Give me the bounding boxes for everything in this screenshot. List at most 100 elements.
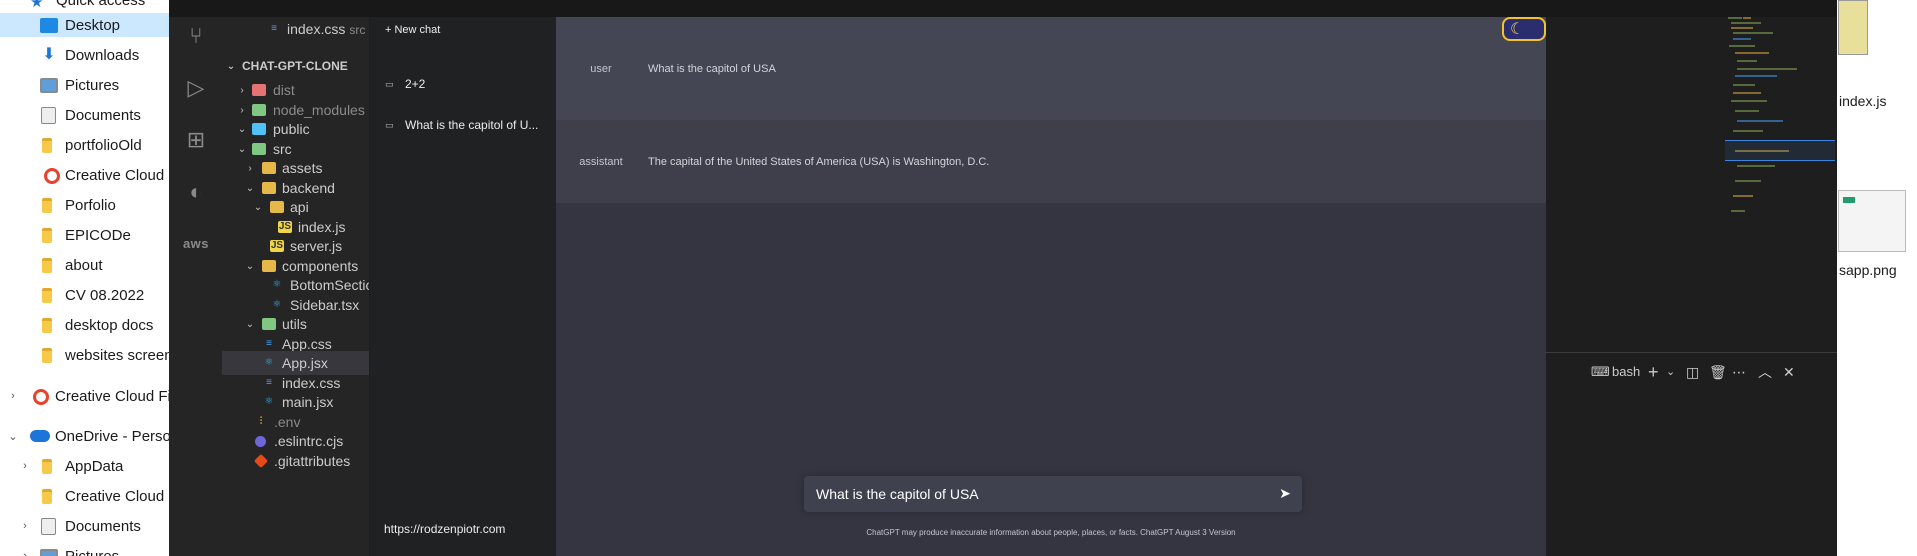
maximize-panel-icon[interactable]: ︿ — [1758, 364, 1772, 380]
nav-item-label: Creative Cloud Fil — [55, 387, 169, 405]
nav-item-desktop[interactable]: Desktop — [0, 13, 169, 37]
terminal-shell-label[interactable]: bash — [1612, 364, 1640, 380]
chat-bubble-icon: ▭ — [385, 78, 394, 89]
title-bar — [169, 0, 1837, 17]
tree-item-label: BottomSection — [290, 277, 369, 293]
folder-icon — [262, 162, 276, 174]
chevron-down-icon: ⌄ — [245, 260, 255, 272]
nav-item-appdata[interactable]: › AppData — [0, 454, 169, 478]
folder-icon — [262, 182, 276, 194]
nav-item-about[interactable]: about — [0, 253, 169, 277]
onedrive-icon — [30, 430, 50, 442]
js-file-icon: JS — [270, 240, 284, 252]
folder-icon — [42, 489, 52, 504]
nav-item-portfolioold[interactable]: portfolioOld — [0, 133, 169, 157]
nav-item-pictures-onedrive[interactable]: › Pictures — [0, 544, 169, 556]
remote-icon[interactable]: ◐ — [182, 178, 210, 206]
chevron-down-icon: ⌄ — [237, 143, 247, 155]
chevron-right-icon[interactable]: › — [19, 550, 31, 556]
chat-bubble-icon: ▭ — [385, 119, 394, 130]
footer-link[interactable]: https://rodzenpiotr.com — [384, 522, 505, 536]
image-thumbnail[interactable] — [1838, 190, 1906, 252]
prompt-input-value: What is the capitol of USA — [816, 486, 979, 502]
js-file-icon: JS — [278, 221, 292, 233]
env-file-icon: ⫶ — [259, 416, 263, 427]
project-section-header[interactable]: ⌄ CHAT-GPT-CLONE — [222, 55, 369, 77]
nav-item-downloads[interactable]: ⬇ Downloads — [0, 43, 169, 67]
minimap-viewport[interactable] — [1725, 140, 1835, 161]
folder-icon — [42, 459, 52, 474]
folder-icon — [42, 348, 52, 363]
nav-item-creative-cloud-onedrive[interactable]: Creative Cloud F — [0, 484, 169, 508]
folder-icon — [252, 143, 266, 155]
extensions-icon[interactable]: ⊞ — [182, 126, 210, 154]
close-panel-icon[interactable]: ✕ — [1783, 364, 1795, 380]
react-icon: ⚛ — [264, 396, 274, 407]
open-editor-item[interactable]: ≡ index.css src — [222, 17, 369, 41]
more-actions-icon[interactable]: ⋯ — [1732, 364, 1746, 380]
nav-item-label: websites screen — [65, 346, 169, 364]
nav-item-onedrive[interactable]: ⌄ OneDrive - Persor — [0, 424, 169, 448]
folder-icon — [270, 201, 284, 213]
nav-item-epicode[interactable]: EPICODe — [0, 223, 169, 247]
tree-item-label: index.js — [298, 219, 346, 235]
theme-toggle[interactable]: ☾ — [1502, 17, 1546, 41]
nav-item-pictures[interactable]: Pictures — [0, 73, 169, 97]
chat-sidebar: + New chat ▭ 2+2 ▭ What is the capitol o… — [370, 17, 556, 556]
desktop-file-label[interactable]: sapp.png — [1839, 262, 1897, 278]
nav-item-documents[interactable]: Documents — [0, 103, 169, 127]
file-explorer-nav: ★ Quick access Desktop ⬇ Downloads Pictu… — [0, 0, 169, 556]
folder-icon — [42, 198, 52, 213]
source-control-icon[interactable]: ⑂ — [182, 22, 210, 50]
folder-icon — [42, 228, 52, 243]
eslint-icon — [255, 435, 266, 447]
folder-icon — [262, 260, 276, 272]
nav-item-quick-access[interactable]: ★ Quick access — [0, 0, 169, 12]
css-file-icon: ≡ — [266, 377, 272, 388]
new-chat-button[interactable]: + New chat — [385, 24, 440, 36]
nav-item-documents-onedrive[interactable]: › Documents — [0, 514, 169, 538]
trash-icon[interactable]: 🗑 — [1709, 364, 1727, 380]
chevron-right-icon[interactable]: › — [7, 390, 19, 402]
folder-icon — [252, 104, 266, 116]
send-icon[interactable]: ➤ — [1276, 484, 1294, 502]
chevron-down-icon[interactable]: ⌄ — [1666, 364, 1675, 380]
chevron-down-icon[interactable]: ⌄ — [7, 430, 19, 443]
tree-item-label: index.css — [282, 375, 341, 391]
creative-cloud-icon — [44, 168, 60, 184]
aws-icon[interactable]: aws — [182, 230, 210, 258]
folder-icon — [262, 318, 276, 330]
history-item[interactable]: ▭ What is the capitol of U... — [385, 115, 553, 135]
chevron-down-icon: ⌄ — [226, 60, 236, 72]
nav-item-websites-screen[interactable]: websites screen — [0, 343, 169, 367]
chevron-down-icon: ⌄ — [245, 318, 255, 330]
prompt-input[interactable]: What is the capitol of USA ➤ — [804, 476, 1302, 512]
split-terminal-icon[interactable]: ◫ — [1686, 364, 1699, 380]
chevron-right-icon[interactable]: › — [19, 460, 31, 472]
terminal-toolbar: ⌨ bash + ⌄ ◫ 🗑 ⋯ ︿ ✕ — [1546, 352, 1837, 392]
nav-item-label: desktop docs — [65, 316, 154, 334]
nav-item-desktop-docs[interactable]: desktop docs — [0, 313, 169, 337]
nav-item-creative-cloud[interactable]: Creative Cloud F — [0, 163, 169, 187]
nav-item-porfolio[interactable]: Porfolio — [0, 193, 169, 217]
nav-item-cv[interactable]: CV 08.2022 — [0, 283, 169, 307]
minimap[interactable] — [1725, 0, 1835, 220]
nav-item-label: Documents — [65, 106, 141, 124]
nav-item-label: AppData — [65, 457, 124, 475]
tree-item-label: src — [273, 141, 292, 157]
notepad-file-icon[interactable] — [1838, 0, 1868, 55]
nav-item-creative-cloud-files[interactable]: › Creative Cloud Fil — [0, 384, 169, 408]
tree-item-gitattributes[interactable]: .gitattributes — [222, 449, 369, 473]
add-terminal-icon[interactable]: + — [1648, 363, 1659, 381]
creative-cloud-icon — [33, 389, 49, 405]
nav-item-label: Creative Cloud F — [65, 487, 169, 505]
chevron-right-icon[interactable]: › — [19, 520, 31, 532]
run-debug-icon[interactable]: ▷ — [182, 74, 210, 102]
nav-item-label: Documents — [65, 517, 141, 535]
history-item[interactable]: ▭ 2+2 — [385, 74, 553, 94]
nav-item-label: Downloads — [65, 46, 140, 64]
tree-item-label: App.jsx — [282, 355, 328, 371]
chevron-down-icon: ⌄ — [245, 182, 255, 194]
tree-item-label: public — [273, 121, 310, 137]
desktop-file-label[interactable]: index.js — [1839, 93, 1886, 109]
